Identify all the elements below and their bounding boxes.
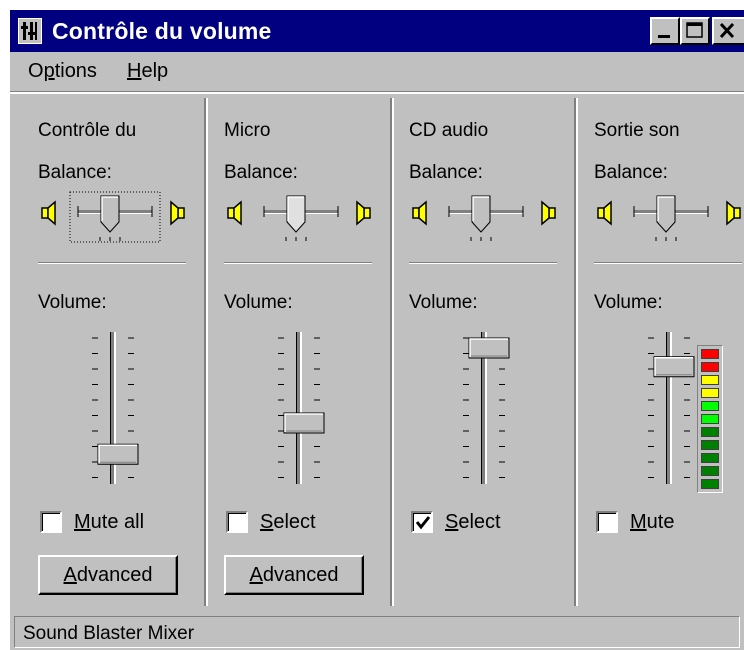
- speaker-right-icon: [356, 200, 371, 226]
- volume-label: Volume:: [38, 292, 107, 313]
- volume-control-window: Contrôle du volume Options Help Sound Bl…: [10, 10, 744, 650]
- speaker-left-icon: [227, 200, 242, 226]
- channel-title: Micro: [224, 120, 271, 141]
- status-bar: Sound Blaster Mixer: [10, 612, 744, 650]
- column-divider: [204, 98, 208, 606]
- volume-label: Volume:: [594, 292, 663, 313]
- title-bar[interactable]: Contrôle du volume: [10, 10, 744, 52]
- mute-checkbox-label[interactable]: Select: [445, 511, 501, 534]
- balance-separator: [594, 262, 742, 264]
- window-title: Contrôle du volume: [52, 18, 272, 44]
- speaker-left-icon: [412, 200, 427, 226]
- balance-separator: [224, 262, 372, 264]
- mute-checkbox[interactable]: [40, 511, 62, 533]
- channel-title: CD audio: [409, 120, 489, 141]
- balance-label: Balance:: [224, 162, 298, 183]
- mute-checkbox-label[interactable]: Mute: [630, 511, 674, 534]
- advanced-button[interactable]: Advanced: [224, 555, 364, 595]
- volume-slider[interactable]: [449, 330, 519, 490]
- balance-slider[interactable]: [64, 190, 164, 246]
- speaker-right-icon: [541, 200, 556, 226]
- balance-slider[interactable]: [620, 190, 720, 246]
- close-button[interactable]: [712, 17, 744, 45]
- column-divider: [574, 98, 578, 606]
- status-text: Sound Blaster Mixer: [23, 623, 195, 644]
- balance-slider[interactable]: [250, 190, 350, 246]
- speaker-right-icon: [170, 200, 185, 226]
- menu-options[interactable]: Options: [28, 60, 97, 83]
- advanced-button[interactable]: Advanced: [38, 555, 178, 595]
- volume-label: Volume:: [409, 292, 478, 313]
- volume-label: Volume:: [224, 292, 293, 313]
- volume-slider[interactable]: [78, 330, 148, 490]
- column-divider: [390, 98, 394, 606]
- balance-separator: [38, 262, 186, 264]
- mute-checkbox[interactable]: [411, 511, 433, 533]
- menu-separator: [10, 92, 744, 94]
- volume-slider[interactable]: [634, 330, 704, 490]
- balance-label: Balance:: [38, 162, 112, 183]
- menu-help[interactable]: Help: [127, 60, 168, 83]
- mute-checkbox-label[interactable]: Mute all: [74, 511, 144, 534]
- maximize-icon: [686, 22, 703, 38]
- balance-separator: [409, 262, 557, 264]
- speaker-right-icon: [726, 200, 741, 226]
- maximize-button[interactable]: [680, 17, 710, 45]
- menu-bar: Options Help: [10, 52, 744, 92]
- mute-checkbox[interactable]: [596, 511, 618, 533]
- balance-slider[interactable]: [435, 190, 535, 246]
- minimize-icon: [658, 35, 670, 38]
- speaker-app-icon[interactable]: [18, 18, 42, 44]
- channel-title: Contrôle du: [38, 120, 137, 141]
- speaker-left-icon: [41, 200, 56, 226]
- status-panel: Sound Blaster Mixer: [14, 616, 740, 648]
- close-icon: [719, 22, 735, 39]
- mute-checkbox-label[interactable]: Select: [260, 511, 316, 534]
- checkmark-icon: [415, 516, 431, 530]
- balance-label: Balance:: [594, 162, 668, 183]
- mute-checkbox[interactable]: [226, 511, 248, 533]
- channel-title: Sortie son: [594, 120, 680, 141]
- speaker-left-icon: [597, 200, 612, 226]
- volume-slider[interactable]: [264, 330, 334, 490]
- balance-label: Balance:: [409, 162, 483, 183]
- minimize-button[interactable]: [650, 17, 680, 45]
